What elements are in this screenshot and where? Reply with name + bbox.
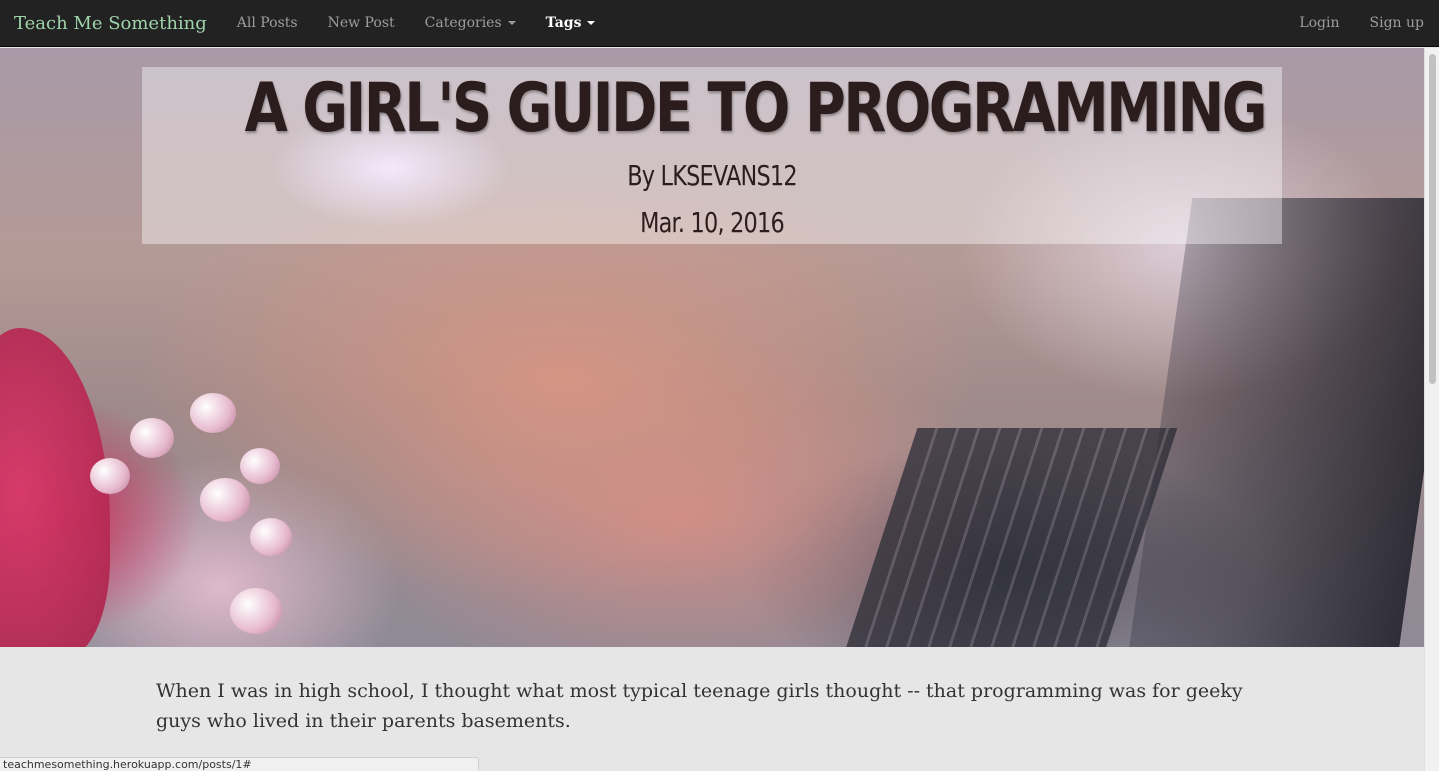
hero-bracelet-bead <box>190 393 236 433</box>
hero-bracelet-bead <box>90 458 130 494</box>
caret-down-icon <box>587 21 596 25</box>
nav-tags-label: Tags <box>545 15 582 31</box>
navbar-right: Login Sign up <box>1284 0 1439 46</box>
nav-new-post[interactable]: New Post <box>313 0 410 46</box>
navbar-left: Teach Me Something All Posts New Post Ca… <box>0 0 610 46</box>
post-body-paragraph: When I was in high school, I thought wha… <box>156 680 1243 732</box>
brand-link[interactable]: Teach Me Something <box>0 13 222 34</box>
hero-bracelet-bead <box>130 418 174 458</box>
nav-categories-dropdown[interactable]: Categories <box>410 0 531 46</box>
browser-status-bar: teachmesomething.herokuapp.com/posts/1# <box>0 757 479 771</box>
post-author: By LKSEVANS12 <box>627 159 797 192</box>
post-date: Mar. 10, 2016 <box>640 206 785 239</box>
nav-categories-label: Categories <box>424 15 502 31</box>
hero-bracelet-bead <box>250 518 292 556</box>
hero-keyboard-shape <box>842 428 1178 647</box>
hero-laptop-shape <box>1127 198 1424 647</box>
top-navbar: Teach Me Something All Posts New Post Ca… <box>0 0 1439 47</box>
hero-sleeve-shape <box>0 328 110 647</box>
signup-link[interactable]: Sign up <box>1355 0 1439 46</box>
caret-down-icon <box>507 21 516 25</box>
hero-bracelet-bead <box>230 588 282 634</box>
login-link[interactable]: Login <box>1284 0 1354 46</box>
page-scrollbar[interactable] <box>1424 48 1439 771</box>
scrollbar-thumb[interactable] <box>1429 54 1436 384</box>
hero-bracelet-bead <box>240 448 280 484</box>
nav-tags-dropdown[interactable]: Tags <box>531 0 611 46</box>
post-hero-image: A GIRL'S GUIDE TO PROGRAMMING By LKSEVAN… <box>0 48 1424 647</box>
hero-bracelet-bead <box>200 478 250 522</box>
post-header-box: A GIRL'S GUIDE TO PROGRAMMING By LKSEVAN… <box>142 67 1282 244</box>
post-title: A GIRL'S GUIDE TO PROGRAMMING <box>244 69 1268 148</box>
nav-all-posts[interactable]: All Posts <box>222 0 313 46</box>
